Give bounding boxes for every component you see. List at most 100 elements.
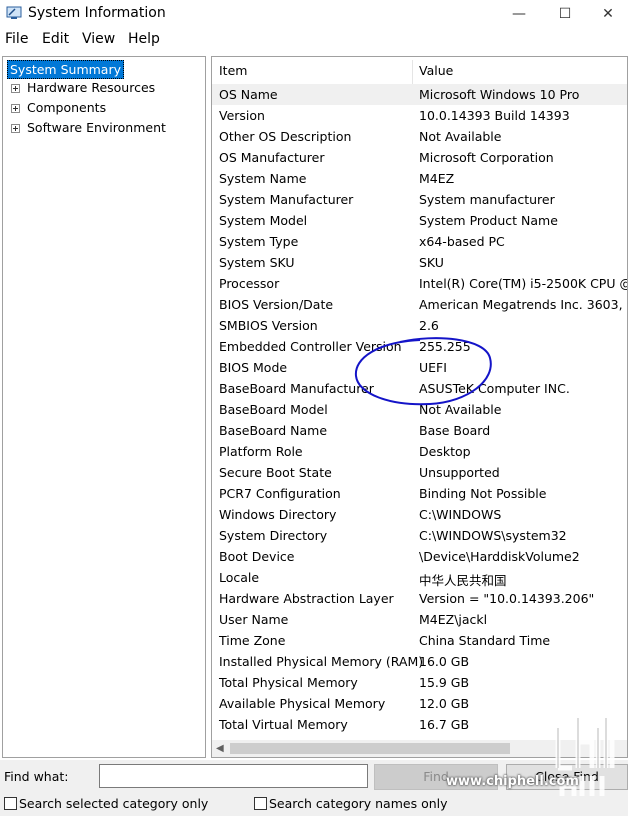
table-row[interactable]: System SKU SKU xyxy=(212,252,627,273)
table-row[interactable]: BIOS Mode UEFI xyxy=(212,357,627,378)
column-header-value[interactable]: Value xyxy=(419,63,453,78)
table-row[interactable]: BIOS Version/Date American Megatrends Inc… xyxy=(212,294,627,315)
column-header-item[interactable]: Item xyxy=(219,63,247,78)
table-row[interactable]: Windows Directory C:\WINDOWS xyxy=(212,504,627,525)
row-item-cell: OS Manufacturer xyxy=(219,150,325,165)
search-selected-checkbox[interactable] xyxy=(4,797,17,810)
row-item-cell: Available Physical Memory xyxy=(219,696,386,711)
row-value-cell: SKU xyxy=(419,255,444,270)
find-input[interactable] xyxy=(99,764,368,788)
row-item-cell: Time Zone xyxy=(219,633,286,648)
tree-item-label: Software Environment xyxy=(27,120,166,135)
row-item-cell: Secure Boot State xyxy=(219,465,332,480)
row-item-cell: BIOS Version/Date xyxy=(219,297,334,312)
row-value-cell: Version = "10.0.14393.206" xyxy=(419,591,595,606)
menu-file[interactable]: File xyxy=(5,31,28,47)
table-row[interactable]: System Type x64-based PC xyxy=(212,231,627,252)
row-value-cell: Unsupported xyxy=(419,465,500,480)
table-row[interactable]: Installed Physical Memory (RAM) 16.0 GB xyxy=(212,651,627,672)
row-item-cell: Hardware Abstraction Layer xyxy=(219,591,394,606)
table-row[interactable]: System Model System Product Name xyxy=(212,210,627,231)
expand-icon[interactable] xyxy=(11,124,20,133)
table-row[interactable]: Total Physical Memory 15.9 GB xyxy=(212,672,627,693)
row-value-cell: Not Available xyxy=(419,402,502,417)
row-item-cell: Other OS Description xyxy=(219,129,352,144)
row-value-cell: \Device\HarddiskVolume2 xyxy=(419,549,580,564)
row-value-cell: Not Available xyxy=(419,129,502,144)
table-row[interactable]: Processor Intel(R) Core(TM) i5-2500K CPU … xyxy=(212,273,628,294)
row-item-cell: BaseBoard Name xyxy=(219,423,328,438)
table-row[interactable]: Hardware Abstraction Layer Version = "10.… xyxy=(212,588,627,609)
row-value-cell: 12.0 GB xyxy=(419,696,470,711)
menu-edit[interactable]: Edit xyxy=(42,31,69,47)
row-value-cell: 2.6 xyxy=(419,318,439,333)
row-value-cell: Base Board xyxy=(419,423,491,438)
scrollbar-thumb[interactable] xyxy=(230,743,510,754)
row-value-cell: Binding Not Possible xyxy=(419,486,547,501)
row-value-cell: Desktop xyxy=(419,444,471,459)
row-value-cell: 255.255 xyxy=(419,339,471,354)
expand-icon[interactable] xyxy=(11,104,20,113)
table-row[interactable]: BaseBoard Manufacturer ASUSTeK Computer I… xyxy=(212,378,627,399)
menu-view[interactable]: View xyxy=(82,31,115,47)
row-item-cell: Total Physical Memory xyxy=(219,675,358,690)
table-row[interactable]: BaseBoard Model Not Available xyxy=(212,399,627,420)
system-information-app-icon xyxy=(6,6,22,19)
search-names-checkbox[interactable] xyxy=(254,797,267,810)
row-value-cell: 10.0.14393 Build 14393 xyxy=(419,108,570,123)
table-row[interactable]: BaseBoard Name Base Board xyxy=(212,420,627,441)
title-bar: System Information — ☐ ✕ xyxy=(0,0,628,28)
table-row[interactable]: OS Name Microsoft Windows 10 Pro xyxy=(212,84,627,105)
table-row[interactable]: OS Manufacturer Microsoft Corporation xyxy=(212,147,627,168)
category-tree: System Summary Hardware Resources Compon… xyxy=(2,56,206,758)
table-row[interactable]: System Name M4EZ xyxy=(212,168,627,189)
find-label: Find what: xyxy=(4,769,69,784)
menu-bar: File Edit View Help xyxy=(0,28,628,52)
row-value-cell: Microsoft Corporation xyxy=(419,150,554,165)
row-value-cell: M4EZ xyxy=(419,171,455,186)
table-row[interactable]: PCR7 Configuration Binding Not Possible xyxy=(212,483,627,504)
row-item-cell: BIOS Mode xyxy=(219,360,288,375)
search-names-label: Search category names only xyxy=(269,796,448,811)
row-item-cell: System Type xyxy=(219,234,299,249)
table-row[interactable]: System Manufacturer System manufacturer xyxy=(212,189,627,210)
tree-item-label: Components xyxy=(27,100,107,115)
row-item-cell: Version xyxy=(219,108,265,123)
row-item-cell: SMBIOS Version xyxy=(219,318,318,333)
row-value-cell: Intel(R) Core(TM) i5-2500K CPU @ xyxy=(419,276,628,291)
row-value-cell: UEFI xyxy=(419,360,447,375)
minimize-button[interactable]: — xyxy=(496,0,542,28)
table-row[interactable]: System Directory C:\WINDOWS\system32 xyxy=(212,525,627,546)
close-button[interactable]: ✕ xyxy=(588,0,628,28)
row-item-cell: User Name xyxy=(219,612,289,627)
row-item-cell: System Name xyxy=(219,171,307,186)
row-value-cell: 16.7 GB xyxy=(419,717,470,732)
table-row[interactable]: Platform Role Desktop xyxy=(212,441,627,462)
row-item-cell: System SKU xyxy=(219,255,295,270)
row-value-cell: C:\WINDOWS\system32 xyxy=(419,528,567,543)
table-row[interactable]: Time Zone China Standard Time xyxy=(212,630,627,651)
system-information-window: System Information — ☐ ✕ File Edit View … xyxy=(0,0,628,816)
menu-help[interactable]: Help xyxy=(128,31,160,47)
maximize-button[interactable]: ☐ xyxy=(542,0,588,28)
watermark-text: www.chiphell.com xyxy=(446,774,579,789)
scroll-left-icon[interactable]: ◀ xyxy=(216,743,224,754)
table-row[interactable]: Secure Boot State Unsupported xyxy=(212,462,627,483)
table-row[interactable]: Boot Device \Device\HarddiskVolume2 xyxy=(212,546,627,567)
expand-icon[interactable] xyxy=(11,84,20,93)
row-item-cell: Processor xyxy=(219,276,280,291)
table-row[interactable]: Other OS Description Not Available xyxy=(212,126,627,147)
column-divider[interactable] xyxy=(412,60,413,84)
table-row[interactable]: SMBIOS Version 2.6 xyxy=(212,315,627,336)
row-item-cell: Platform Role xyxy=(219,444,303,459)
row-value-cell: China Standard Time xyxy=(419,633,551,648)
table-row[interactable]: Version 10.0.14393 Build 14393 xyxy=(212,105,627,126)
row-item-cell: System Directory xyxy=(219,528,328,543)
table-row[interactable]: Locale 中华人民共和国 xyxy=(212,567,627,588)
tree-item-label: System Summary xyxy=(7,60,124,79)
row-item-cell: BaseBoard Manufacturer xyxy=(219,381,374,396)
table-row[interactable]: User Name M4EZ\jackl xyxy=(212,609,627,630)
row-item-cell: Installed Physical Memory (RAM) xyxy=(219,654,424,669)
row-value-cell: x64-based PC xyxy=(419,234,505,249)
table-row[interactable]: Embedded Controller Version 255.255 xyxy=(212,336,627,357)
